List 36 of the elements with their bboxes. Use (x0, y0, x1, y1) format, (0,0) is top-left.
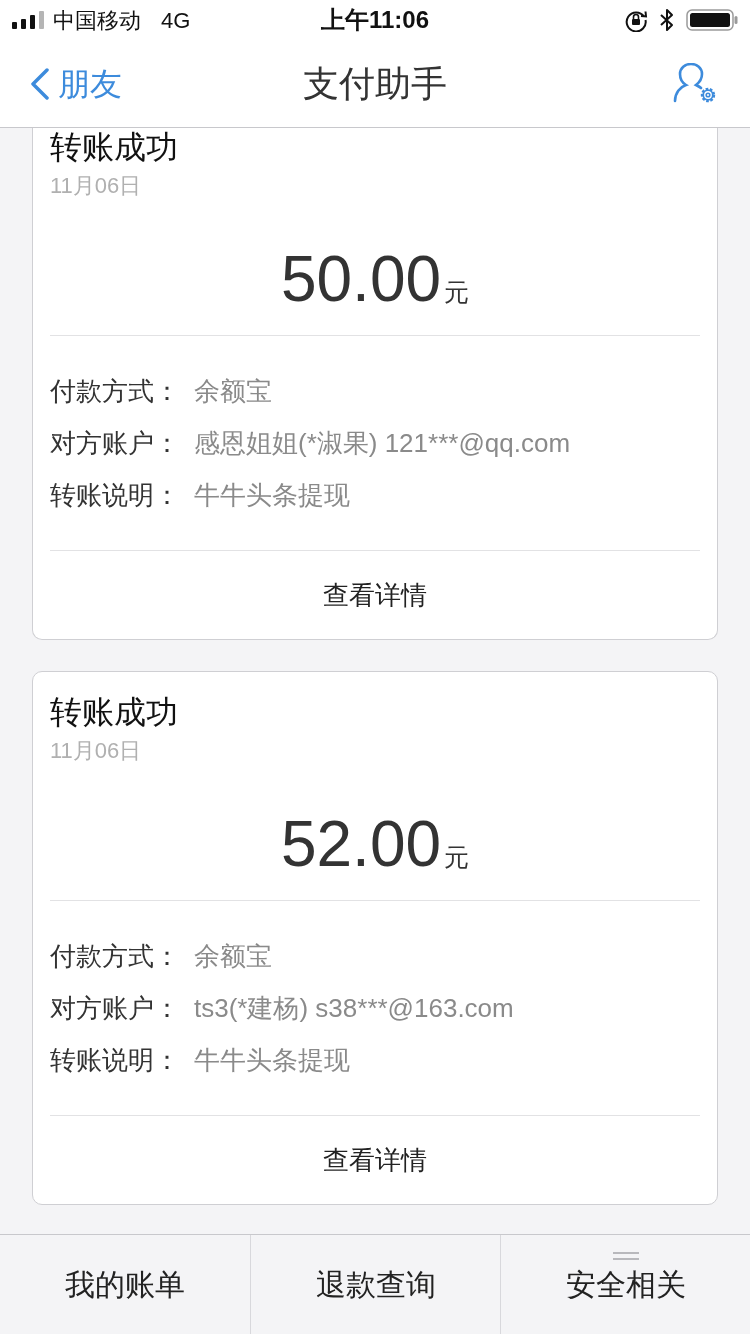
amount-value: 50.00 (280, 247, 442, 311)
view-details-button[interactable]: 查看详情 (50, 1116, 700, 1204)
back-chevron-icon (30, 67, 50, 100)
field-label: 付款方式： (50, 939, 180, 973)
amount-value: 52.00 (280, 812, 442, 876)
signal-icon (12, 11, 44, 29)
field-label: 对方账户： (50, 991, 180, 1025)
carrier-name: 中国移动 (53, 6, 141, 35)
back-button[interactable]: 朋友 (30, 59, 122, 108)
field-label: 转账说明： (50, 478, 180, 512)
account-settings-icon[interactable] (672, 62, 718, 105)
field-label: 付款方式： (50, 374, 180, 408)
amount-unit: 元 (444, 280, 470, 305)
card-title: 转账成功 (50, 128, 179, 166)
menu-tab[interactable]: 退款查询 (250, 1235, 500, 1334)
field-value: 感恩姐姐(*淑果) 121***@qq.com (194, 426, 571, 460)
field-value: 牛牛头条提现 (194, 478, 350, 512)
battery-icon (686, 9, 738, 31)
status-time: 上午11:06 (320, 5, 430, 35)
amount-unit: 元 (444, 845, 470, 870)
bluetooth-icon (660, 8, 674, 32)
field-value: ts3(*建杨) s38***@163.com (194, 991, 514, 1025)
transfer-date: 11月06日 (50, 737, 143, 765)
field-label: 对方账户： (50, 426, 180, 460)
page-title: 支付助手 (303, 61, 447, 106)
menu-tab[interactable]: 安全相关 (500, 1235, 750, 1334)
network-type: 4G (161, 6, 191, 35)
view-details-button[interactable]: 查看详情 (50, 551, 700, 639)
field-label: 转账说明： (50, 1043, 180, 1077)
field-value: 余额宝 (194, 374, 272, 408)
field-value: 牛牛头条提现 (194, 1043, 350, 1077)
rotation-lock-icon (624, 8, 648, 32)
field-value: 余额宝 (194, 939, 272, 973)
menu-tab[interactable]: 我的账单 (0, 1235, 250, 1334)
card-title: 转账成功 (50, 693, 179, 732)
transfer-date: 11月06日 (50, 172, 143, 200)
